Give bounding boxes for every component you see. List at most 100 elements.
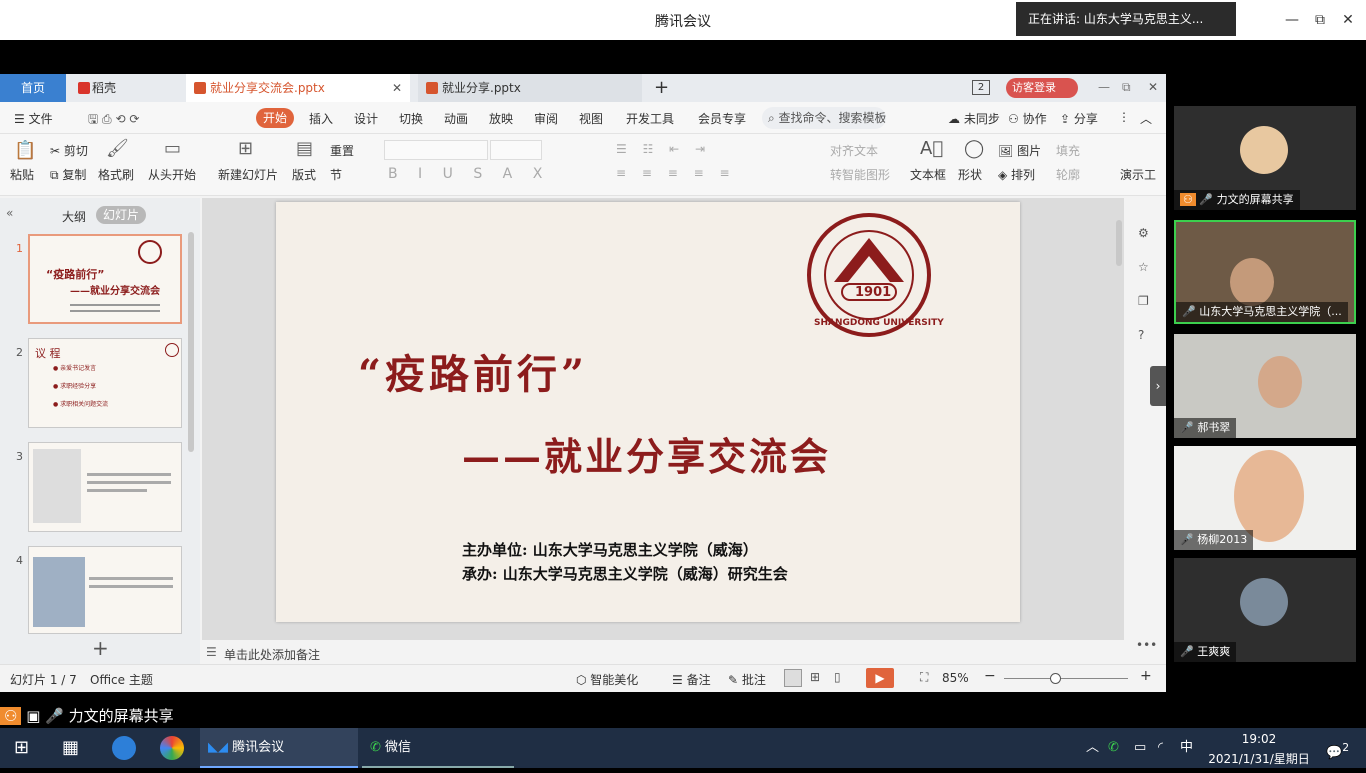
tab-daoke[interactable]: 稻壳 xyxy=(70,74,180,102)
file-menu[interactable]: ☰ 文件 xyxy=(14,110,53,127)
sorter-view-icon[interactable]: ⊞ xyxy=(810,670,820,684)
slide-thumb-2[interactable]: 议 程 ● 亲爱书记发言 ● 求职经验分享 ● 求职相关问题交流 xyxy=(28,338,182,428)
tab-slides[interactable]: 幻灯片 xyxy=(96,206,146,224)
align-text-button[interactable]: 对齐文本 xyxy=(830,142,878,159)
comment-button[interactable]: ✎ 批注 xyxy=(728,671,766,688)
video-tile-2[interactable]: 🎤 山东大学马克思主义学院（... xyxy=(1174,220,1356,324)
shape-button[interactable]: 形状 xyxy=(958,166,982,183)
zoom-in-icon[interactable]: + xyxy=(1140,668,1152,684)
taskbar-wechat[interactable]: ✆ 微信 xyxy=(362,728,514,768)
slide-thumb-1[interactable]: “疫路前行” ——就业分享交流会 xyxy=(28,234,182,324)
fit-window-icon[interactable]: ⛶ xyxy=(920,670,928,685)
wifi-icon[interactable]: ◜ xyxy=(1158,728,1163,768)
tab-outline[interactable]: 大纲 xyxy=(62,208,86,225)
expand-panel-icon[interactable]: › xyxy=(1150,366,1166,406)
wechat-tray-icon[interactable]: ✆ xyxy=(1108,728,1119,768)
arrange-button[interactable]: ◈ 排列 xyxy=(998,166,1035,183)
slides-pane-scrollbar[interactable] xyxy=(188,232,194,452)
command-search[interactable]: ⌕ 查找命令、搜索模板 xyxy=(762,107,886,129)
slide-thumb-3[interactable] xyxy=(28,442,182,532)
unsync-button[interactable]: ☁ 未同步 xyxy=(948,110,1000,127)
wps-minimize-icon[interactable]: — xyxy=(1098,80,1110,94)
list-buttons[interactable]: ☰ ☷ ⇤ ⇥ xyxy=(616,142,711,156)
menu-member[interactable]: 会员专享 xyxy=(698,110,746,127)
layout-button[interactable]: 版式 xyxy=(292,166,316,183)
wps-close-icon[interactable]: ✕ xyxy=(1148,80,1158,94)
font-style-buttons[interactable]: B I U S A X xyxy=(388,166,550,182)
notes-toggle-button[interactable]: ☰ 备注 xyxy=(672,671,711,688)
copy-button[interactable]: ⧉ 复制 xyxy=(50,166,86,183)
smart-beautify-button[interactable]: ⬡ 智能美化 xyxy=(576,671,638,688)
normal-view-icon[interactable] xyxy=(784,669,802,687)
cut-button[interactable]: ✂ 剪切 xyxy=(50,142,88,159)
windows-start-icon[interactable]: ⊞ xyxy=(14,728,29,768)
share-button[interactable]: ⇪ 分享 xyxy=(1060,110,1098,127)
paste-button[interactable]: 粘贴 xyxy=(10,166,34,183)
outline-button[interactable]: 轮廓 xyxy=(1056,166,1080,183)
restore-button[interactable]: ⧉ xyxy=(1310,10,1330,30)
format-brush-button[interactable]: 格式刷 xyxy=(98,166,134,183)
video-tile-4[interactable]: 🎤 杨柳2013 xyxy=(1174,446,1356,550)
font-family-select[interactable] xyxy=(384,140,488,160)
zoom-out-icon[interactable]: − xyxy=(984,668,996,684)
tray-expand-icon[interactable]: ︿ xyxy=(1086,728,1099,768)
textbox-button[interactable]: 文本框 xyxy=(910,166,946,183)
section-button[interactable]: 节 xyxy=(330,166,342,183)
battery-icon[interactable]: ▭ xyxy=(1134,728,1146,768)
menu-slideshow[interactable]: 放映 xyxy=(489,110,513,127)
add-slide-button[interactable]: + xyxy=(92,636,109,660)
add-tab-button[interactable]: + xyxy=(654,74,669,102)
menu-view[interactable]: 视图 xyxy=(579,110,603,127)
visitor-login-button[interactable]: 访客登录 xyxy=(1006,78,1078,98)
window-icon[interactable]: ❐ xyxy=(1138,294,1149,308)
menu-insert[interactable]: 插入 xyxy=(309,110,333,127)
quick-access-icons[interactable]: 🖫 ⎙ ⟲ ⟳ xyxy=(88,110,139,131)
browser-icon[interactable] xyxy=(160,736,184,760)
show-tools-button[interactable]: 演示工 xyxy=(1120,166,1156,183)
video-tile-1[interactable]: ⚇ 🎤 力文的屏幕共享 xyxy=(1174,106,1356,210)
collapse-pane-icon[interactable]: « xyxy=(6,206,13,220)
menu-review[interactable]: 审阅 xyxy=(534,110,558,127)
clock-date[interactable]: 2021/1/31/星期日 xyxy=(1200,750,1318,767)
close-button[interactable]: ✕ xyxy=(1338,10,1358,30)
collab-button[interactable]: ⚇ 协作 xyxy=(1008,110,1047,127)
paste-icon[interactable]: 📋 xyxy=(14,140,36,161)
star-icon[interactable]: ☆ xyxy=(1138,260,1149,274)
video-tile-3[interactable]: 🎤 郝书翠 xyxy=(1174,334,1356,438)
help-icon[interactable]: ? xyxy=(1138,328,1144,342)
reading-view-icon[interactable]: ▯ xyxy=(834,670,841,684)
canvas-scrollbar[interactable] xyxy=(1116,220,1122,266)
menu-devtools[interactable]: 开发工具 xyxy=(626,110,674,127)
minimize-button[interactable]: — xyxy=(1282,10,1302,30)
video-tile-5[interactable]: 🎤 王爽爽 xyxy=(1174,558,1356,662)
more-icon[interactable]: ⋮ xyxy=(1118,110,1130,124)
taskbar-meeting[interactable]: ◣◢ 腾讯会议 xyxy=(200,728,358,768)
calendar-icon[interactable]: ▦ xyxy=(62,728,79,768)
from-start-button[interactable]: 从头开始 xyxy=(148,166,196,183)
zoom-slider-track[interactable] xyxy=(1004,678,1128,679)
notification-icon[interactable]: 💬2 xyxy=(1326,728,1349,768)
notes-bar[interactable]: ☰ 单击此处添加备注 xyxy=(202,642,1124,664)
zoom-level[interactable]: 85% xyxy=(942,671,969,685)
align-buttons[interactable]: ≡ ≡ ≡ ≡ ≡ xyxy=(616,166,736,180)
settings-sliders-icon[interactable]: ⚙ xyxy=(1138,226,1149,240)
close-tab-icon[interactable]: ✕ xyxy=(392,74,402,102)
sogou-icon[interactable] xyxy=(112,736,136,760)
picture-button[interactable]: 🖼 图片 xyxy=(998,142,1041,159)
clock-time[interactable]: 19:02 xyxy=(1214,732,1304,746)
menu-start[interactable]: 开始 xyxy=(256,108,294,128)
tab-home[interactable]: 首页 xyxy=(0,74,66,102)
collapse-ribbon-icon[interactable]: ︿ xyxy=(1140,110,1152,127)
font-size-select[interactable] xyxy=(490,140,542,160)
more-options-icon[interactable]: ••• xyxy=(1136,638,1157,652)
play-slideshow-icon[interactable]: ▶ xyxy=(866,668,894,688)
zoom-slider-thumb[interactable] xyxy=(1050,673,1061,684)
reset-button[interactable]: 重置 xyxy=(330,142,354,159)
menu-transition[interactable]: 切换 xyxy=(399,110,423,127)
menu-design[interactable]: 设计 xyxy=(354,110,378,127)
tab-file-active[interactable]: 就业分享交流会.pptx ✕ xyxy=(186,74,410,102)
slide-thumb-4[interactable] xyxy=(28,546,182,634)
slide[interactable]: 1901 SHANGDONG UNIVERSITY “疫路前行” ——就业分享交… xyxy=(276,202,1020,622)
ime-indicator[interactable]: 中 xyxy=(1180,728,1193,768)
menu-animation[interactable]: 动画 xyxy=(444,110,468,127)
